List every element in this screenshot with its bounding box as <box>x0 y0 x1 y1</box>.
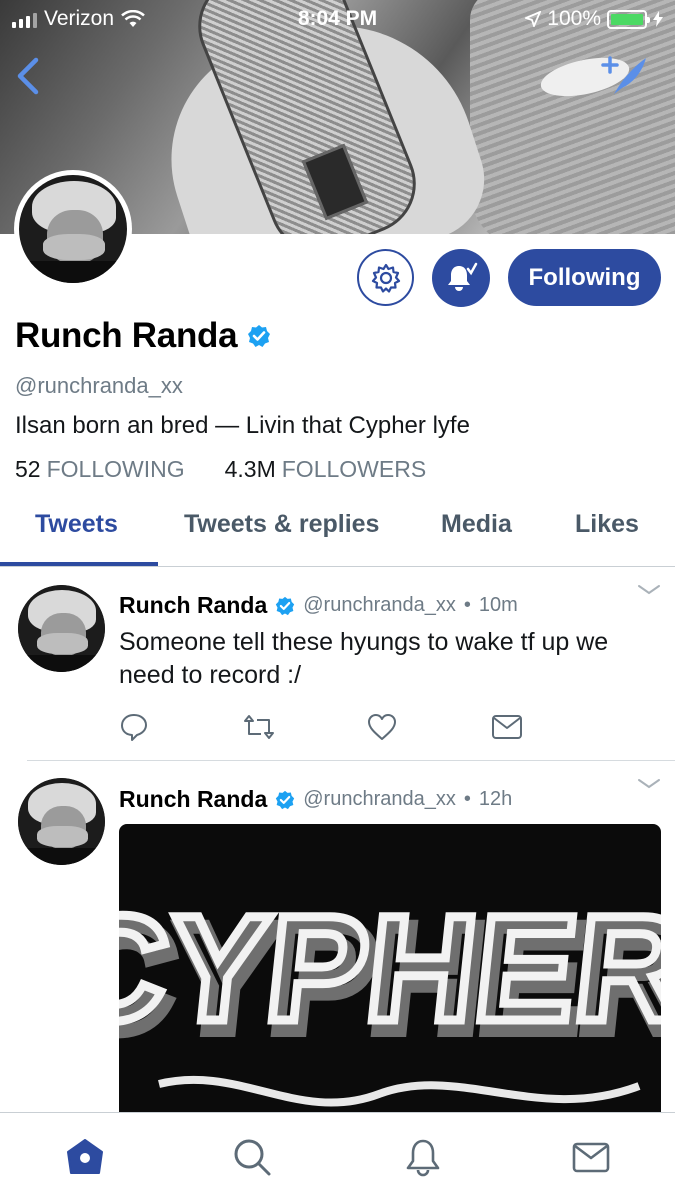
retweet-button[interactable] <box>243 712 367 744</box>
home-icon <box>67 1139 103 1174</box>
media-text: CYPHER <box>119 884 661 1052</box>
like-button[interactable] <box>367 712 491 744</box>
followers-label: FOLLOWERS <box>281 456 427 482</box>
location-arrow-icon <box>525 11 542 27</box>
following-label: FOLLOWING <box>46 456 185 482</box>
tweet-media-image[interactable]: CYPHER CYPHER <box>119 824 661 1124</box>
tweet-dot: • <box>463 788 471 810</box>
tabbar-notifications[interactable] <box>401 1135 445 1179</box>
tweet-time: 12h <box>478 788 513 810</box>
tweet-avatar-image <box>18 585 105 672</box>
retweet-icon <box>244 715 274 739</box>
profile-counts: 52 FOLLOWING 4.3M FOLLOWERS <box>15 456 426 483</box>
reply-icon <box>121 714 147 741</box>
tweet-handle: @runchranda_xx <box>303 594 456 616</box>
direct-message-button[interactable] <box>491 712 615 744</box>
avatar-image <box>19 175 127 283</box>
tweet-actions <box>119 712 615 744</box>
tab-media[interactable]: Media <box>441 510 512 539</box>
compose-feather-icon <box>601 56 646 94</box>
tweet-avatar-image <box>18 778 105 865</box>
reply-button[interactable] <box>119 712 243 744</box>
tweet-author-name: Runch Randa <box>119 592 268 618</box>
profile-settings-button[interactable] <box>357 249 414 306</box>
tweet-avatar[interactable] <box>18 778 105 865</box>
tabbar-messages[interactable] <box>569 1135 613 1179</box>
notifications-toggle-button[interactable] <box>432 249 490 307</box>
status-right: 100% <box>525 7 663 31</box>
profile-bio: Ilsan born an bred — Livin that Cypher l… <box>15 412 470 439</box>
messages-envelope-icon <box>572 1142 610 1173</box>
active-tab-indicator <box>0 562 158 566</box>
tweet-menu-chevron-icon[interactable] <box>636 582 662 598</box>
search-icon <box>234 1139 271 1176</box>
verified-badge-icon <box>276 790 295 809</box>
following-count: 52 <box>15 456 41 482</box>
tweet-text: Someone tell these hyungs to wake tf up … <box>119 628 609 689</box>
battery-icon <box>607 9 650 29</box>
tabbar-home[interactable] <box>63 1135 107 1179</box>
tweet-handle: @runchranda_xx <box>303 788 456 810</box>
battery-percent: 100% <box>547 7 601 30</box>
tabbar-search[interactable] <box>230 1135 274 1179</box>
tab-likes[interactable]: Likes <box>575 510 639 539</box>
tweet-header: Runch Randa @runchranda_xx • 12h <box>119 786 512 813</box>
heart-icon <box>368 714 396 740</box>
verified-badge-icon <box>248 325 271 347</box>
followers-count: 4.3M <box>224 456 276 482</box>
verified-badge-icon <box>276 596 295 615</box>
back-button[interactable] <box>12 54 46 98</box>
profile-display-name: Runch Randa <box>15 316 238 355</box>
profile-tabs: Tweets Tweets & replies Media Likes <box>0 500 675 567</box>
compose-tweet-button[interactable] <box>596 50 650 98</box>
followers-count-link[interactable]: 4.3M FOLLOWERS <box>225 456 427 483</box>
profile-name-row: Runch Randa <box>15 316 271 356</box>
charging-bolt-icon <box>653 11 663 27</box>
tweet-time: 10m <box>478 594 518 616</box>
bottom-tab-bar <box>0 1112 675 1200</box>
tab-tweets[interactable]: Tweets <box>35 510 118 539</box>
tweet-avatar[interactable] <box>18 585 105 672</box>
gear-icon <box>371 263 400 293</box>
tweet-dot: • <box>463 594 471 616</box>
status-bar: Verizon 8:04 PM 100% <box>0 0 675 40</box>
tab-tweets-replies[interactable]: Tweets & replies <box>184 510 379 539</box>
bell-check-icon <box>448 262 478 291</box>
tweet-author-name: Runch Randa <box>119 786 268 812</box>
tweet-divider <box>27 760 675 761</box>
chevron-left-icon <box>17 57 39 95</box>
notifications-bell-icon <box>406 1139 440 1177</box>
envelope-icon <box>492 715 522 739</box>
tweet-menu-chevron-icon[interactable] <box>636 776 662 792</box>
cypher-graffiti-image: CYPHER CYPHER <box>119 880 661 1107</box>
tweet-header: Runch Randa @runchranda_xx • 10m <box>119 592 518 619</box>
following-count-link[interactable]: 52 FOLLOWING <box>15 456 185 483</box>
following-button[interactable]: Following <box>508 249 661 306</box>
profile-avatar[interactable] <box>14 170 132 288</box>
profile-handle: @runchranda_xx <box>15 373 183 398</box>
